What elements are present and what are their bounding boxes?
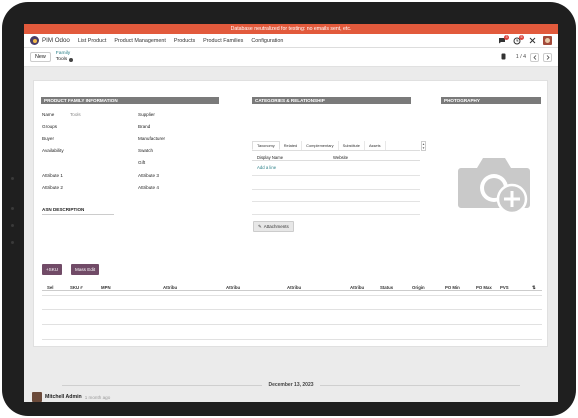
pager-value[interactable]: 1 / 4: [516, 54, 526, 60]
side-button-dot: [11, 207, 14, 210]
chatter-date: December 13, 2023: [268, 382, 314, 388]
attribute-4-label: Attribute 4: [138, 185, 159, 190]
camera-add-icon: [458, 158, 530, 215]
list-row-divider: [42, 339, 542, 340]
column-select[interactable]: Sel: [47, 285, 53, 290]
chatter-message-header: Mitchell Admin 1 month ago: [32, 392, 110, 402]
test-database-banner: Database neutralized for testing: no ema…: [24, 24, 558, 34]
app-screen: Database neutralized for testing: no ema…: [24, 24, 558, 402]
taxonomy-grid-header: Display Name Website: [252, 153, 420, 161]
column-po-min[interactable]: PO Min: [445, 285, 460, 290]
column-settings-icon[interactable]: ⇅: [532, 285, 536, 290]
tab-complementary[interactable]: Complementary: [302, 141, 339, 150]
chevron-down-icon: ▾: [422, 146, 425, 150]
side-button-dot: [11, 224, 14, 227]
author-name[interactable]: Mitchell Admin: [45, 394, 82, 400]
author-avatar[interactable]: [32, 392, 42, 402]
groups-label: Groups: [42, 124, 58, 129]
form-sheet: PRODUCT FAMILY INFORMATION CATEGORIES & …: [33, 80, 548, 347]
relationship-tabs: Taxonomy Related Complementary Substitut…: [252, 141, 420, 151]
list-row-divider: [42, 309, 542, 310]
pager-previous-button[interactable]: [530, 52, 539, 62]
app-name[interactable]: PIM Odoo: [42, 37, 70, 44]
camera-dot: [11, 177, 14, 180]
section-photography: PHOTOGRAPHY: [441, 97, 541, 104]
menu-product-management[interactable]: Product Management: [114, 38, 166, 44]
message-time: 1 month ago: [84, 394, 111, 400]
menu-list-product[interactable]: List Product: [78, 38, 106, 44]
grid-row-divider: [252, 189, 420, 190]
paperclip-icon: ✎: [258, 223, 262, 229]
messages-badge: 3: [504, 34, 509, 40]
column-attribute[interactable]: Attribu: [350, 285, 364, 290]
pager-next-button[interactable]: [543, 52, 552, 62]
section-categories-relationship: CATEGORIES & RELATIONSHIP: [252, 97, 411, 104]
name-label: Name: [42, 112, 55, 117]
add-sku-button[interactable]: +SKU: [42, 264, 63, 275]
photo-upload-placeholder[interactable]: [457, 152, 532, 216]
column-mpn[interactable]: MPN: [101, 285, 111, 290]
manufacturer-label: Manufacturer: [138, 136, 166, 141]
menu-product-families[interactable]: Product Families: [203, 38, 243, 44]
attachments-label: Attachments: [263, 224, 289, 229]
main-navbar: PIM Odoo List Product Product Management…: [24, 34, 558, 48]
add-line-link[interactable]: Add a line: [257, 165, 276, 170]
app-logo-icon[interactable]: [30, 36, 39, 45]
supplier-label: Supplier: [138, 112, 155, 117]
column-attribute[interactable]: Attribu: [163, 285, 177, 290]
menu-products[interactable]: Products: [174, 38, 195, 44]
column-po-max[interactable]: PO Max: [476, 285, 492, 290]
asn-description-title: ASN DESCRIPTION: [42, 207, 114, 215]
list-row-divider: [42, 324, 542, 325]
tablet-frame: Database neutralized for testing: no ema…: [2, 2, 576, 416]
grid-row-divider: [252, 214, 420, 215]
paperclip-icon[interactable]: [501, 53, 506, 62]
control-panel: New Family Tools 1 / 4: [24, 48, 558, 67]
column-website[interactable]: Website: [333, 155, 348, 160]
section-family-information: PRODUCT FAMILY INFORMATION: [41, 97, 219, 104]
brand-label: Brand: [138, 124, 151, 129]
debug-tools-icon[interactable]: [528, 37, 536, 45]
swatch-label: Swatch: [138, 148, 154, 153]
chat-icon[interactable]: 3: [498, 34, 509, 45]
column-sku[interactable]: SKU #: [70, 285, 83, 290]
attribute-1-label: Attribute 1: [42, 173, 63, 178]
grid-row-divider: [252, 201, 420, 202]
column-pvs[interactable]: PVS: [500, 285, 509, 290]
grid-row-divider: [252, 175, 420, 176]
gear-icon[interactable]: [69, 57, 74, 62]
availability-label: Availability: [42, 148, 64, 153]
column-origin[interactable]: Origin: [412, 285, 425, 290]
breadcrumb-current: Tools: [55, 57, 74, 63]
gift-label: Gift: [138, 160, 146, 165]
tab-substitute[interactable]: Substitute: [339, 141, 365, 150]
column-attribute[interactable]: Attribu: [287, 285, 301, 290]
breadcrumb: Family Tools: [55, 51, 74, 63]
tab-assets[interactable]: Assets: [365, 141, 386, 150]
attachments-button[interactable]: ✎ Attachments: [253, 221, 294, 232]
name-field[interactable]: Tools: [70, 112, 81, 117]
menu-configuration[interactable]: Configuration: [251, 38, 283, 44]
buyer-label: Buyer: [42, 136, 55, 141]
user-avatar[interactable]: [543, 36, 552, 45]
column-display-name[interactable]: Display Name: [257, 155, 283, 160]
new-button[interactable]: New: [30, 52, 51, 62]
tab-taxonomy[interactable]: Taxonomy: [252, 141, 280, 150]
tab-related[interactable]: Related: [280, 141, 303, 150]
activities-badge: 5: [519, 34, 524, 40]
clock-icon[interactable]: 5: [513, 34, 524, 45]
attribute-3-label: Attribute 3: [138, 173, 159, 178]
column-attribute[interactable]: Attribu: [226, 285, 240, 290]
column-status[interactable]: Status: [380, 285, 393, 290]
tabs-scroll-control[interactable]: ▴ ▾: [421, 141, 426, 151]
chatter-date-separator: December 13, 2023: [24, 382, 558, 388]
list-row-divider: [42, 295, 542, 296]
breadcrumb-current-label: Tools: [55, 57, 68, 62]
mass-edit-button[interactable]: Mass Edit: [71, 264, 100, 275]
sku-list-header: Sel SKU # MPN Attribu Attribu Attribu At…: [42, 283, 542, 291]
attribute-2-label: Attribute 2: [42, 185, 63, 190]
side-button-dot: [11, 241, 14, 244]
